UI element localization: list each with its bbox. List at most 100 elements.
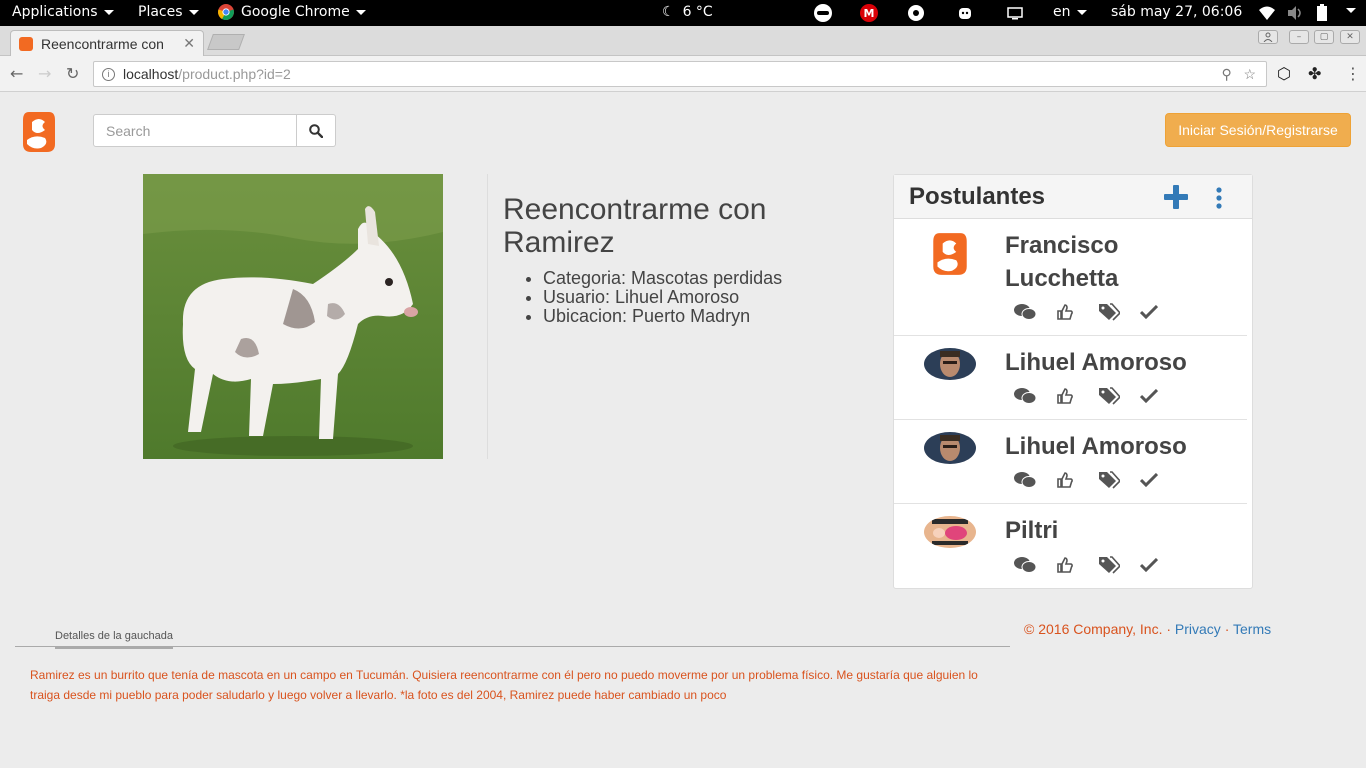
favicon-icon bbox=[19, 36, 33, 51]
product-title: Reencontrarme con Ramirez bbox=[503, 193, 767, 259]
product-category: Categoria: Mascotas perdidas bbox=[543, 269, 782, 288]
applications-label: Applications bbox=[12, 4, 98, 20]
system-menu[interactable] bbox=[1340, 8, 1356, 13]
omnibox-actions: ⚲ ☆ bbox=[1222, 66, 1257, 83]
applicants-panel: Postulantes Francisco Lucchetta Lihuel A… bbox=[893, 174, 1253, 589]
search-bar bbox=[93, 114, 336, 147]
applicant-name: Lihuel Amoroso bbox=[1005, 433, 1187, 460]
copyright-text: © 2016 Company, Inc. · bbox=[1024, 621, 1175, 637]
applicant-actions bbox=[1014, 469, 1182, 491]
battery-icon[interactable] bbox=[1312, 3, 1332, 23]
browser-tab[interactable]: Reencontrarme con ✕ bbox=[10, 30, 204, 56]
language-indicator[interactable]: en bbox=[1053, 4, 1087, 20]
pin-icon[interactable]: ⚲ bbox=[1222, 66, 1232, 82]
applicant-name: Francisco Lucchetta bbox=[1005, 232, 1119, 292]
tray-app-icon[interactable] bbox=[813, 3, 833, 23]
applicant-actions bbox=[1014, 385, 1182, 407]
browser-menu-icon[interactable]: ⋮ bbox=[1345, 64, 1361, 83]
check-icon[interactable] bbox=[1140, 385, 1182, 407]
check-icon[interactable] bbox=[1140, 301, 1182, 323]
chrome-icon bbox=[218, 4, 234, 20]
applicant-item[interactable]: Lihuel Amoroso bbox=[894, 336, 1247, 420]
clock[interactable]: sáb may 27, 06:06 bbox=[1111, 4, 1242, 20]
datetime-label: sáb may 27, 06:06 bbox=[1111, 4, 1243, 20]
chevron-down-icon bbox=[1076, 9, 1087, 15]
thumbs-up-icon[interactable] bbox=[1056, 385, 1098, 407]
chat-icon[interactable] bbox=[1014, 301, 1056, 323]
tags-icon[interactable] bbox=[1098, 554, 1140, 576]
system-top-bar: Applications Places Google Chrome ☾ 6 °C… bbox=[0, 0, 1366, 26]
display-icon[interactable] bbox=[1005, 3, 1025, 23]
tags-icon[interactable] bbox=[1098, 469, 1140, 491]
site-logo[interactable] bbox=[23, 110, 55, 154]
applicant-item[interactable]: Lihuel Amoroso bbox=[894, 420, 1247, 504]
applicant-avatar[interactable] bbox=[924, 432, 976, 464]
privacy-link[interactable]: Privacy bbox=[1175, 621, 1221, 637]
moon-icon: ☾ bbox=[662, 4, 675, 20]
svg-text:M: M bbox=[864, 7, 875, 20]
chat-icon[interactable] bbox=[1014, 554, 1056, 576]
chevron-down-icon bbox=[188, 9, 199, 15]
thumbs-up-icon[interactable] bbox=[1056, 469, 1098, 491]
thumbs-up-icon[interactable] bbox=[1056, 301, 1098, 323]
chevron-down-icon bbox=[355, 9, 366, 15]
applicant-actions bbox=[1014, 301, 1182, 323]
profile-button[interactable] bbox=[1258, 30, 1278, 44]
applicant-item[interactable]: Piltri bbox=[894, 504, 1247, 588]
bookmark-star-icon[interactable]: ☆ bbox=[1243, 66, 1256, 82]
mega-icon[interactable]: M bbox=[859, 3, 879, 23]
product-photo[interactable] bbox=[143, 174, 443, 459]
tray-mascot-icon[interactable] bbox=[955, 3, 975, 23]
chat-icon[interactable] bbox=[1014, 385, 1056, 407]
applicant-avatar[interactable] bbox=[932, 231, 968, 277]
volume-icon[interactable] bbox=[1285, 3, 1305, 23]
wifi-icon[interactable] bbox=[1257, 3, 1277, 23]
chevron-down-icon bbox=[1346, 8, 1356, 13]
settings-gear-icon[interactable] bbox=[906, 3, 926, 23]
check-icon[interactable] bbox=[1140, 469, 1182, 491]
close-tab-icon[interactable]: ✕ bbox=[183, 36, 195, 52]
weather-indicator[interactable]: ☾ 6 °C bbox=[662, 4, 713, 20]
tags-icon[interactable] bbox=[1098, 385, 1140, 407]
product-user: Usuario: Lihuel Amoroso bbox=[543, 288, 782, 307]
footer-separator: · bbox=[1220, 621, 1234, 637]
active-app-label: Google Chrome bbox=[241, 4, 350, 20]
extension-gnome-icon[interactable]: ✤ bbox=[1308, 64, 1321, 83]
reload-icon[interactable]: ↻ bbox=[66, 64, 79, 83]
login-register-button[interactable]: Iniciar Sesión/Registrarse bbox=[1165, 113, 1351, 147]
chat-icon[interactable] bbox=[1014, 469, 1056, 491]
url-path: /product.php?id=2 bbox=[178, 66, 291, 82]
forward-arrow-icon[interactable]: → bbox=[38, 64, 51, 83]
applicant-item[interactable]: Francisco Lucchetta bbox=[894, 219, 1247, 336]
applications-menu[interactable]: Applications bbox=[12, 4, 114, 20]
back-arrow-icon[interactable]: ← bbox=[10, 64, 23, 83]
new-tab-button[interactable] bbox=[207, 34, 245, 50]
places-menu[interactable]: Places bbox=[138, 4, 199, 20]
applicants-panel-header: Postulantes bbox=[894, 175, 1252, 219]
search-button[interactable] bbox=[297, 114, 336, 147]
applicant-avatar[interactable] bbox=[924, 348, 976, 380]
close-window-button[interactable]: ✕ bbox=[1340, 30, 1360, 44]
add-applicant-icon[interactable] bbox=[1164, 185, 1188, 209]
tab-title: Reencontrarme con bbox=[41, 35, 164, 52]
applicant-actions bbox=[1014, 554, 1182, 576]
product-details-list: Categoria: Mascotas perdidas Usuario: Li… bbox=[543, 269, 782, 326]
thumbs-up-icon[interactable] bbox=[1056, 554, 1098, 576]
maximize-button[interactable]: ▢ bbox=[1314, 30, 1334, 44]
page-content: Iniciar Sesión/Registrarse Reencontrarme… bbox=[0, 93, 1366, 768]
more-options-icon[interactable] bbox=[1216, 187, 1222, 209]
search-input[interactable] bbox=[93, 114, 297, 147]
tags-icon[interactable] bbox=[1098, 301, 1140, 323]
extension-cube-icon[interactable]: ⬡ bbox=[1277, 64, 1291, 83]
applicant-avatar[interactable] bbox=[924, 516, 976, 548]
terms-link[interactable]: Terms bbox=[1233, 621, 1271, 637]
minimize-button[interactable]: – bbox=[1289, 30, 1309, 44]
product-description: Ramirez es un burrito que tenía de masco… bbox=[30, 668, 978, 702]
check-icon[interactable] bbox=[1140, 554, 1182, 576]
language-label: en bbox=[1053, 4, 1071, 20]
info-icon[interactable]: i bbox=[102, 67, 115, 81]
product-location: Ubicacion: Puerto Madryn bbox=[543, 307, 782, 326]
browser-toolbar: ← → ↻ i localhost/product.php?id=2 ⚲ ☆ ⬡… bbox=[0, 56, 1366, 92]
active-app-menu[interactable]: Google Chrome bbox=[218, 4, 366, 20]
address-bar[interactable]: i localhost/product.php?id=2 ⚲ ☆ bbox=[93, 61, 1267, 87]
